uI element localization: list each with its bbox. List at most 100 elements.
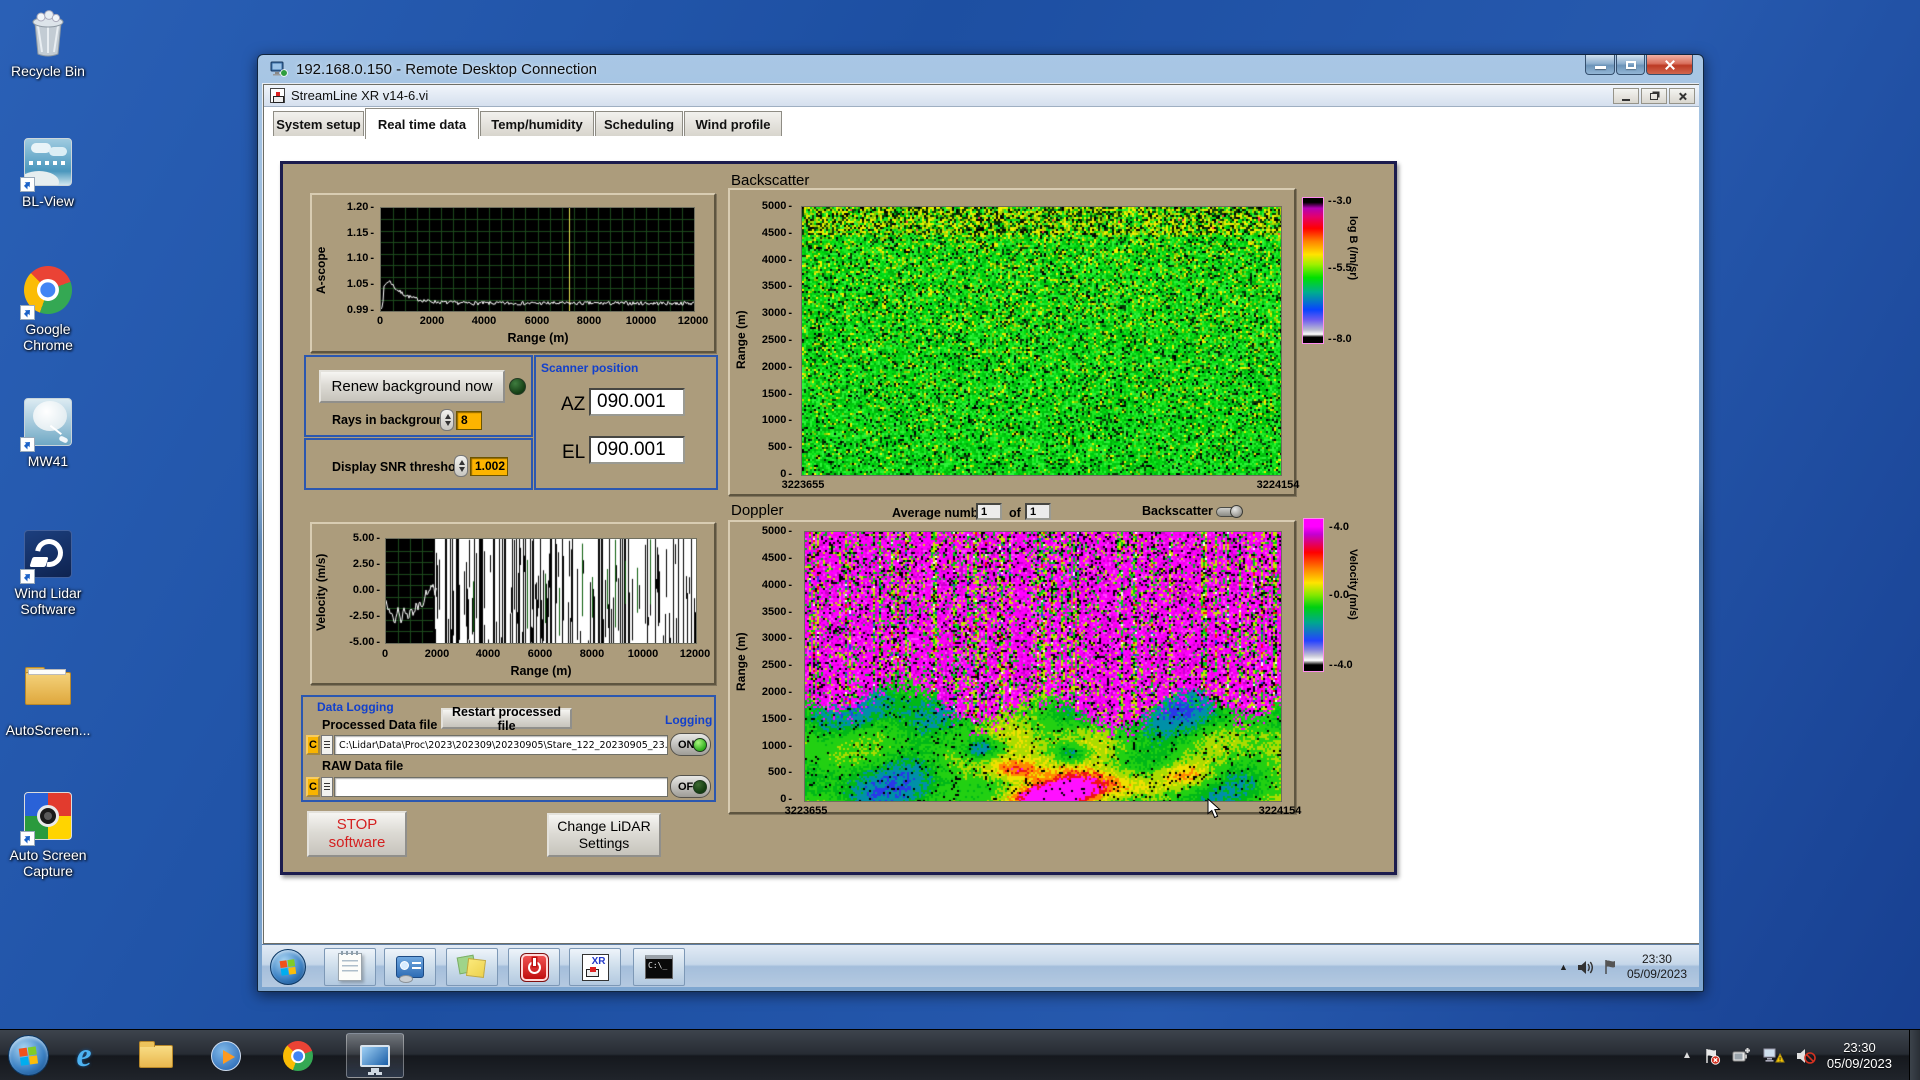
backscatter-colorbar — [1302, 197, 1324, 344]
desktop-icon-bl-view[interactable]: BL-View — [2, 136, 94, 209]
tab-scheduling[interactable]: Scheduling — [595, 111, 683, 136]
rdp-titlebar[interactable]: 192.168.0.150 - Remote Desktop Connectio… — [258, 55, 1703, 83]
taskbar-rdp-button-active[interactable] — [346, 1033, 404, 1078]
y-tick: 3500 — [746, 280, 792, 292]
taskbar-explorer-button[interactable] — [136, 1039, 176, 1073]
renew-background-button[interactable]: Renew background now — [319, 370, 505, 403]
remote-tray-expand-icon[interactable]: ▲ — [1559, 962, 1568, 972]
snr-value-field[interactable]: 1.002 — [470, 457, 508, 476]
processed-file-label: Processed Data file — [322, 718, 438, 732]
remote-taskbar-cmd-button[interactable]: C:\_ — [633, 948, 685, 986]
rdp-minimize-button[interactable] — [1585, 55, 1615, 75]
taskbar-media-player-button[interactable] — [206, 1039, 246, 1073]
labview-front-panel: A-scope 1.20 1.15 1.10 1.05 0.99 0 2000 … — [280, 161, 1397, 875]
desktop-icon-mw41[interactable]: MW41 — [2, 396, 94, 469]
raw-logging-toggle[interactable]: OFF — [670, 775, 711, 798]
restart-processed-file-button[interactable]: Restart processed file — [441, 705, 572, 733]
desktop-icon-label: Auto Screen Capture — [9, 847, 87, 879]
remote-taskbar-sticky-notes-button[interactable] — [446, 948, 498, 986]
stop-software-button[interactable]: STOP software — [307, 811, 407, 857]
host-start-button[interactable] — [8, 1035, 49, 1076]
velocity-canvas[interactable] — [386, 539, 696, 643]
backscatter-plot-area[interactable] — [801, 206, 1282, 476]
change-lidar-settings-button[interactable]: Change LiDAR Settings — [547, 813, 661, 857]
rdp-close-button[interactable] — [1646, 55, 1693, 75]
ascope-plot-area[interactable] — [380, 207, 695, 312]
tray-expand-icon[interactable]: ▲ — [1682, 1050, 1692, 1061]
action-center-flag-icon[interactable] — [1703, 1047, 1721, 1065]
taskbar-internet-explorer-button[interactable]: e — [64, 1037, 104, 1074]
rdp-maximize-button[interactable] — [1616, 55, 1645, 75]
rays-spinner[interactable] — [440, 409, 454, 431]
tab-temp-humidity[interactable]: Temp/humidity — [480, 111, 594, 136]
backscatter-heatmap-canvas[interactable] — [802, 207, 1281, 475]
show-desktop-button[interactable] — [1909, 1030, 1920, 1080]
remote-start-button[interactable] — [270, 949, 306, 985]
velocity-xlabel: Range (m) — [510, 664, 572, 678]
remote-action-center-icon[interactable] — [1603, 959, 1618, 975]
doppler-x-left: 3223655 — [784, 805, 828, 817]
y-tick: 2500 — [746, 334, 792, 346]
desktop-icon-recycle-bin[interactable]: Recycle Bin — [2, 8, 94, 79]
doppler-plot-area[interactable] — [804, 531, 1282, 802]
az-value-field[interactable]: 090.001 — [589, 388, 685, 416]
ascope-canvas[interactable] — [381, 208, 694, 311]
y-tick: 1.15 — [336, 227, 374, 239]
scanner-position-box: Scanner position AZ 090.001 EL 090.001 — [534, 355, 718, 490]
processed-drive-button[interactable]: C — [306, 735, 320, 755]
average-number-field[interactable]: 1 — [976, 503, 1002, 520]
backscatter-toggle-switch[interactable] — [1216, 505, 1243, 518]
host-system-tray: ▲ 23:30 05/09/2023 — [1682, 1030, 1892, 1080]
y-tick: 3000 — [746, 307, 792, 319]
background-controls-box: Renew background now Rays in background … — [304, 355, 533, 437]
remote-taskbar-display-settings-button[interactable] — [384, 948, 436, 986]
remote-taskbar-shutdown-button[interactable] — [508, 948, 560, 986]
raw-drive-button[interactable]: C — [306, 777, 320, 797]
app-close-button[interactable] — [1669, 88, 1695, 104]
raw-browse-button[interactable] — [321, 777, 333, 797]
processed-browse-button[interactable] — [321, 735, 333, 755]
x-tick: 6000 — [527, 648, 553, 660]
raw-path-field[interactable] — [334, 777, 668, 797]
doppler-heatmap-canvas[interactable] — [805, 532, 1281, 801]
remote-volume-icon[interactable] — [1577, 960, 1594, 975]
x-tick: 6000 — [524, 315, 550, 327]
battery-power-icon[interactable] — [1732, 1047, 1752, 1065]
rays-value-field[interactable]: 8 — [456, 411, 482, 430]
desktop-icon-autoscreen-folder[interactable]: AutoScreen... — [2, 660, 94, 738]
app-minimize-button[interactable] — [1613, 88, 1639, 104]
el-value-field[interactable]: 090.001 — [589, 436, 685, 464]
volume-muted-icon[interactable] — [1796, 1047, 1816, 1065]
desktop-icon-google-chrome[interactable]: Google Chrome — [2, 264, 94, 353]
backscatter-graph: Range (m) 5000 4500 4000 3500 3000 2500 … — [728, 188, 1299, 496]
rdp-window: 192.168.0.150 - Remote Desktop Connectio… — [257, 54, 1704, 992]
backscatter-x-left: 3223655 — [781, 479, 825, 491]
remote-taskbar-notepad-button[interactable] — [324, 948, 376, 986]
velocity-plot-area[interactable] — [385, 538, 697, 644]
tab-real-time-data[interactable]: Real time data — [365, 108, 479, 139]
chrome-icon — [283, 1041, 313, 1071]
doppler-title: Doppler — [731, 502, 784, 519]
host-clock[interactable]: 23:30 05/09/2023 — [1827, 1040, 1892, 1072]
network-status-icon[interactable] — [1763, 1047, 1785, 1065]
tab-wind-profile[interactable]: Wind profile — [684, 111, 782, 136]
shortcut-arrow-icon — [20, 177, 35, 192]
average-total-field[interactable]: 1 — [1025, 503, 1051, 520]
processed-logging-toggle[interactable]: ON — [670, 733, 711, 756]
app-restore-button[interactable] — [1641, 88, 1667, 104]
taskbar-chrome-button[interactable] — [278, 1039, 318, 1073]
y-tick: 500 — [746, 441, 792, 453]
desktop-icon-wind-lidar[interactable]: Wind Lidar Software — [2, 528, 94, 617]
data-logging-title: Data Logging — [317, 700, 394, 714]
auto-screen-capture-icon — [20, 792, 74, 846]
x-tick: 12000 — [679, 648, 711, 660]
tab-system-setup[interactable]: System setup — [273, 111, 364, 136]
snr-spinner[interactable] — [454, 455, 468, 477]
shortcut-arrow-icon — [20, 831, 35, 846]
remote-taskbar-streamline-xr-button[interactable]: XR — [569, 948, 621, 986]
remote-clock[interactable]: 23:30 05/09/2023 — [1627, 952, 1693, 982]
processed-path-field[interactable]: C:\Lidar\Data\Proc\2023\202309\20230905\… — [334, 735, 668, 755]
desktop-icon-auto-screen-capture[interactable]: Auto Screen Capture — [2, 790, 94, 879]
desktop-icon-label: BL-View — [22, 193, 74, 209]
app-titlebar[interactable]: StreamLine XR v14-6.vi — [264, 85, 1699, 107]
